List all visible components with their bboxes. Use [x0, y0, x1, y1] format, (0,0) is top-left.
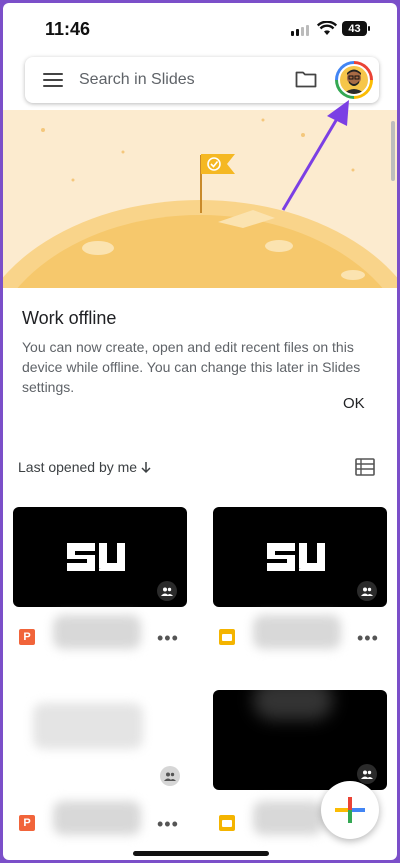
powerpoint-file-icon: P: [19, 815, 35, 831]
more-horiz-icon[interactable]: •••: [357, 629, 379, 647]
file-thumbnail[interactable]: SU: [213, 507, 387, 607]
list-view-icon[interactable]: [355, 458, 375, 476]
ok-button[interactable]: OK: [343, 395, 365, 412]
new-presentation-button[interactable]: [321, 781, 379, 839]
shared-people-icon: [357, 581, 377, 601]
search-bar[interactable]: Search in Slides: [25, 57, 379, 103]
file-name-redacted: [253, 801, 323, 835]
file-thumbnail[interactable]: SU: [13, 507, 187, 607]
plus-icon: [335, 797, 365, 823]
shared-people-icon: [157, 581, 177, 601]
slides-file-icon: [219, 815, 235, 831]
account-avatar[interactable]: [335, 61, 373, 99]
avatar-face-icon: [338, 64, 370, 96]
search-input[interactable]: Search in Slides: [79, 71, 195, 89]
more-horiz-icon[interactable]: •••: [157, 815, 179, 833]
arrow-down-icon: [141, 462, 151, 474]
file-name-redacted: [53, 801, 141, 835]
file-thumbnail-redacted[interactable]: [33, 703, 143, 749]
thumbnail-redacted: [253, 690, 333, 720]
offline-banner-title: Work offline: [22, 308, 117, 328]
folder-icon[interactable]: [295, 70, 317, 88]
scrollbar[interactable]: [391, 121, 395, 181]
file-name-redacted: [53, 615, 141, 649]
phone-screen: 11:46 43 Search in Slides Work offline Y…: [3, 3, 397, 860]
file-thumbnail[interactable]: [213, 690, 387, 790]
status-bar: 11:46 43: [3, 3, 397, 55]
wifi-icon: [317, 21, 337, 35]
file-name-redacted: [253, 615, 341, 649]
menu-icon[interactable]: [43, 73, 63, 87]
battery-icon: 43: [342, 21, 370, 36]
annotation-arrow: [281, 100, 349, 211]
slides-file-icon: [219, 629, 235, 645]
offline-banner-body: You can now create, open and edit recent…: [22, 339, 361, 395]
more-horiz-icon[interactable]: •••: [157, 629, 179, 647]
sort-dropdown[interactable]: Last opened by me: [18, 459, 153, 475]
sort-label: Last opened by me: [18, 459, 138, 475]
cellular-signal-icon: [291, 25, 309, 36]
powerpoint-file-icon: P: [19, 629, 35, 645]
status-time: 11:46: [45, 19, 91, 39]
home-indicator[interactable]: [133, 851, 269, 856]
shared-people-icon: [160, 766, 180, 786]
